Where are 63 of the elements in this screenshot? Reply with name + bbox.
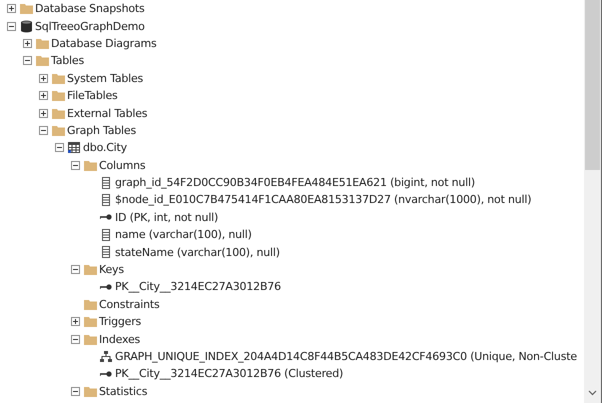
collapse-icon[interactable]	[38, 126, 48, 135]
hierarchy-icon	[100, 351, 112, 362]
folder-icon	[84, 334, 96, 345]
tree-item[interactable]: External Tables	[67, 106, 148, 121]
key-icon	[100, 214, 112, 220]
folder-icon	[20, 3, 32, 14]
scroll-down-icon[interactable]	[588, 390, 597, 396]
collapse-icon[interactable]	[6, 22, 16, 31]
tree-item[interactable]: Indexes	[99, 332, 140, 347]
tree-item[interactable]: Graph Tables	[67, 122, 136, 138]
column-icon	[102, 194, 110, 206]
folder-icon	[84, 264, 96, 276]
folder-icon	[84, 298, 96, 310]
scroll-thumb[interactable]	[585, 0, 600, 170]
collapse-icon[interactable]	[54, 143, 64, 152]
expand-icon[interactable]	[6, 4, 16, 14]
collapse-icon[interactable]	[70, 334, 80, 344]
tree-item[interactable]: Columns	[99, 158, 146, 173]
tree-item[interactable]: Triggers	[99, 314, 142, 330]
column-icon	[102, 228, 110, 241]
tree-item[interactable]: System Tables	[67, 70, 144, 86]
collapse-icon[interactable]	[70, 386, 80, 396]
folder-icon	[52, 90, 64, 102]
tree-item[interactable]: PK__City__3214EC27A3012B76 (Clustered)	[115, 366, 344, 382]
folder-icon	[84, 386, 96, 397]
scrollbar[interactable]	[584, 0, 601, 403]
tree-item[interactable]: PK__City__3214EC27A3012B76	[115, 279, 281, 294]
database-icon	[20, 20, 32, 33]
tree-item[interactable]: name (varchar(100), null)	[115, 227, 252, 242]
tree-item[interactable]: graph_id_54F2D0CC90B34F0EB4FEA484E51EA621 (bigint, not null)	[115, 175, 475, 190]
tree-item[interactable]: Tables	[51, 53, 84, 68]
collapse-icon[interactable]	[22, 56, 32, 66]
tree-item[interactable]: Database Diagrams	[51, 36, 157, 51]
tree-item[interactable]: GRAPH_UNIQUE_INDEX_204A4D14C8F44B5CA483DE42CF4693C0 (Unique, Non-Cluste	[115, 349, 577, 364]
expand-icon[interactable]	[38, 74, 48, 83]
tree-item[interactable]: $node_id_E010C7B475414F1CAA80EA8153137D27 (nvarchar(1000), not null)	[115, 192, 532, 208]
folder-icon	[52, 108, 64, 119]
tree-item[interactable]: Database Snapshots	[35, 1, 145, 16]
tree-item[interactable]: FileTables	[67, 88, 118, 104]
folder-icon	[52, 72, 64, 84]
key-icon	[100, 370, 112, 377]
folder-icon	[84, 160, 96, 171]
folder-icon	[84, 316, 96, 328]
column-icon	[102, 176, 110, 189]
tree-item[interactable]: SqlTreeoGraphDemo	[35, 18, 145, 34]
tree-item[interactable]: stateName (varchar(100), null)	[115, 244, 280, 260]
tree-item[interactable]: Statistics	[99, 384, 148, 399]
table-icon	[68, 142, 80, 154]
expand-icon[interactable]	[38, 91, 48, 100]
collapse-icon[interactable]	[70, 265, 80, 274]
folder-icon	[36, 38, 48, 49]
collapse-icon[interactable]	[70, 160, 80, 170]
expand-icon[interactable]	[22, 38, 32, 48]
tree-item[interactable]: Constraints	[99, 296, 160, 312]
folder-icon	[36, 55, 48, 66]
expand-icon[interactable]	[38, 108, 48, 118]
expand-icon[interactable]	[70, 317, 80, 326]
tree-item[interactable]: ID (PK, int, not null)	[115, 210, 218, 225]
tree-item[interactable]: Keys	[99, 262, 124, 278]
key-icon	[100, 284, 112, 290]
column-icon	[102, 246, 110, 258]
folder-icon	[52, 124, 64, 136]
tree-item[interactable]: dbo.City	[83, 140, 127, 156]
